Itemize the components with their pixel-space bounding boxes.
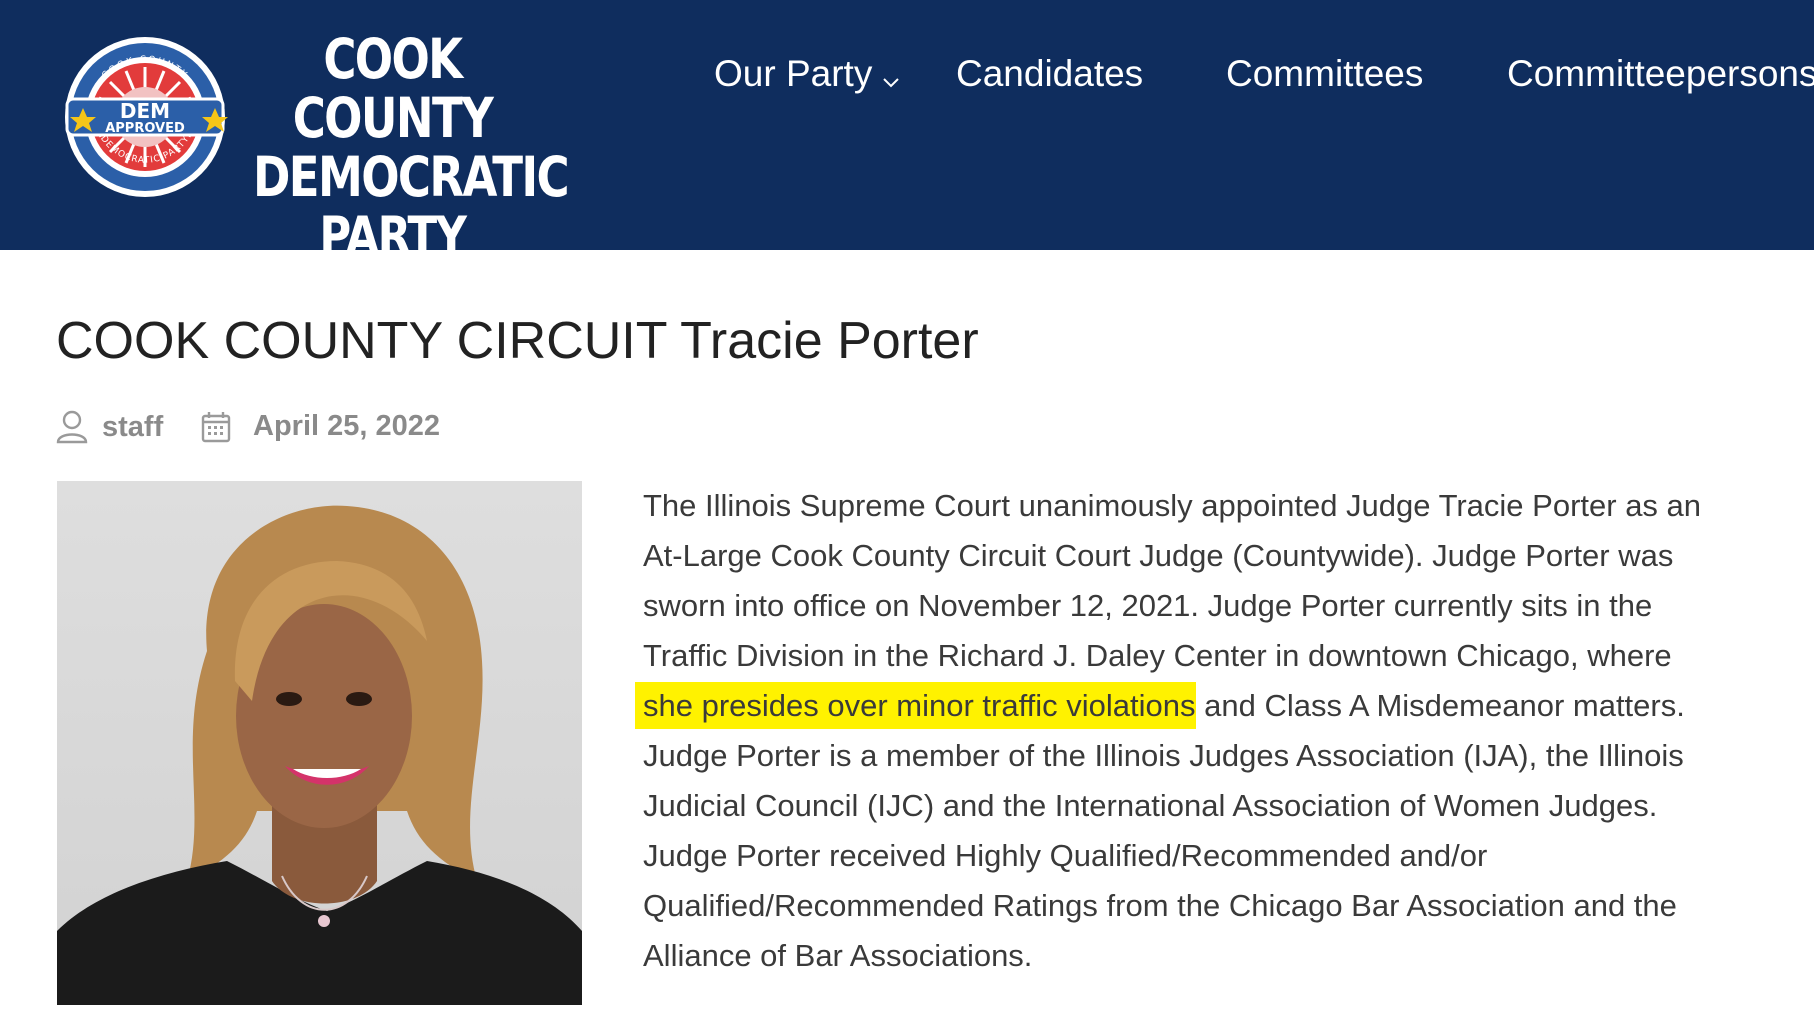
highlighted-text: she presides over minor traffic violatio… bbox=[643, 682, 1196, 729]
post-date[interactable]: April 25, 2022 bbox=[201, 410, 440, 443]
nav-item-label: Committees bbox=[1226, 53, 1424, 94]
judge-portrait bbox=[57, 481, 582, 1005]
nav-item-label: Committeepersons bbox=[1507, 53, 1814, 94]
chevron-down-icon bbox=[882, 52, 900, 100]
logo-badge-icon[interactable]: DEM APPROVED COOK COUNTY DEMOCRATIC PART… bbox=[55, 33, 235, 201]
nav-item-label: Candidates bbox=[956, 53, 1144, 94]
body-line: The Illinois Supreme Court unanimously a… bbox=[643, 488, 1702, 523]
body-line: At-Large Cook County Circuit Court Judge… bbox=[643, 538, 1674, 573]
post-author-name: staff bbox=[102, 410, 164, 443]
page-title: COOK COUNTY CIRCUIT Tracie Porter bbox=[56, 312, 979, 370]
logo-line-3: PARTY bbox=[319, 206, 467, 267]
body-line: sworn into office on November 12, 2021. … bbox=[643, 588, 1653, 623]
nav-item-our-party[interactable]: Our Party bbox=[714, 50, 900, 100]
post-author[interactable]: staff bbox=[56, 410, 163, 444]
nav-item-committeepersons[interactable]: Committeepersons bbox=[1507, 50, 1814, 98]
nav-item-label: Our Party bbox=[714, 53, 873, 94]
logo-line-1: COOK COUNTY bbox=[292, 27, 494, 150]
body-line: Judicial Council (IJC) and the Internati… bbox=[643, 788, 1658, 823]
post-date-text: April 25, 2022 bbox=[253, 410, 440, 442]
logo-badge-text: APPROVED bbox=[105, 121, 185, 136]
site-header: DEM APPROVED COOK COUNTY DEMOCRATIC PART… bbox=[0, 0, 1814, 266]
article-paragraph: The Illinois Supreme Court unanimously a… bbox=[643, 481, 1763, 981]
nav-item-committees[interactable]: Committees bbox=[1226, 50, 1423, 98]
user-icon bbox=[56, 410, 88, 444]
logo-line-2: DEMOCRATIC bbox=[253, 145, 570, 209]
logo-badge-text: DEM bbox=[120, 99, 170, 123]
body-line: Alliance of Bar Associations. bbox=[643, 938, 1033, 973]
body-line: Qualified/Recommended Ratings from the C… bbox=[643, 888, 1677, 923]
body-line: Judge Porter is a member of the Illinois… bbox=[643, 738, 1684, 773]
calendar-icon bbox=[201, 411, 231, 443]
body-line: Traffic Division in the Richard J. Daley… bbox=[643, 638, 1672, 673]
nav-item-candidates[interactable]: Candidates bbox=[956, 50, 1143, 98]
article-body: The Illinois Supreme Court unanimously a… bbox=[643, 481, 1763, 981]
body-line-highlighted: she presides over minor traffic violatio… bbox=[643, 681, 1763, 731]
body-line-tail: and Class A Misdemeanor matters. bbox=[1195, 688, 1685, 723]
logo-wordmark[interactable]: COOK COUNTY DEMOCRATIC PARTY bbox=[253, 27, 570, 267]
body-line: Judge Porter received Highly Qualified/R… bbox=[643, 838, 1488, 873]
